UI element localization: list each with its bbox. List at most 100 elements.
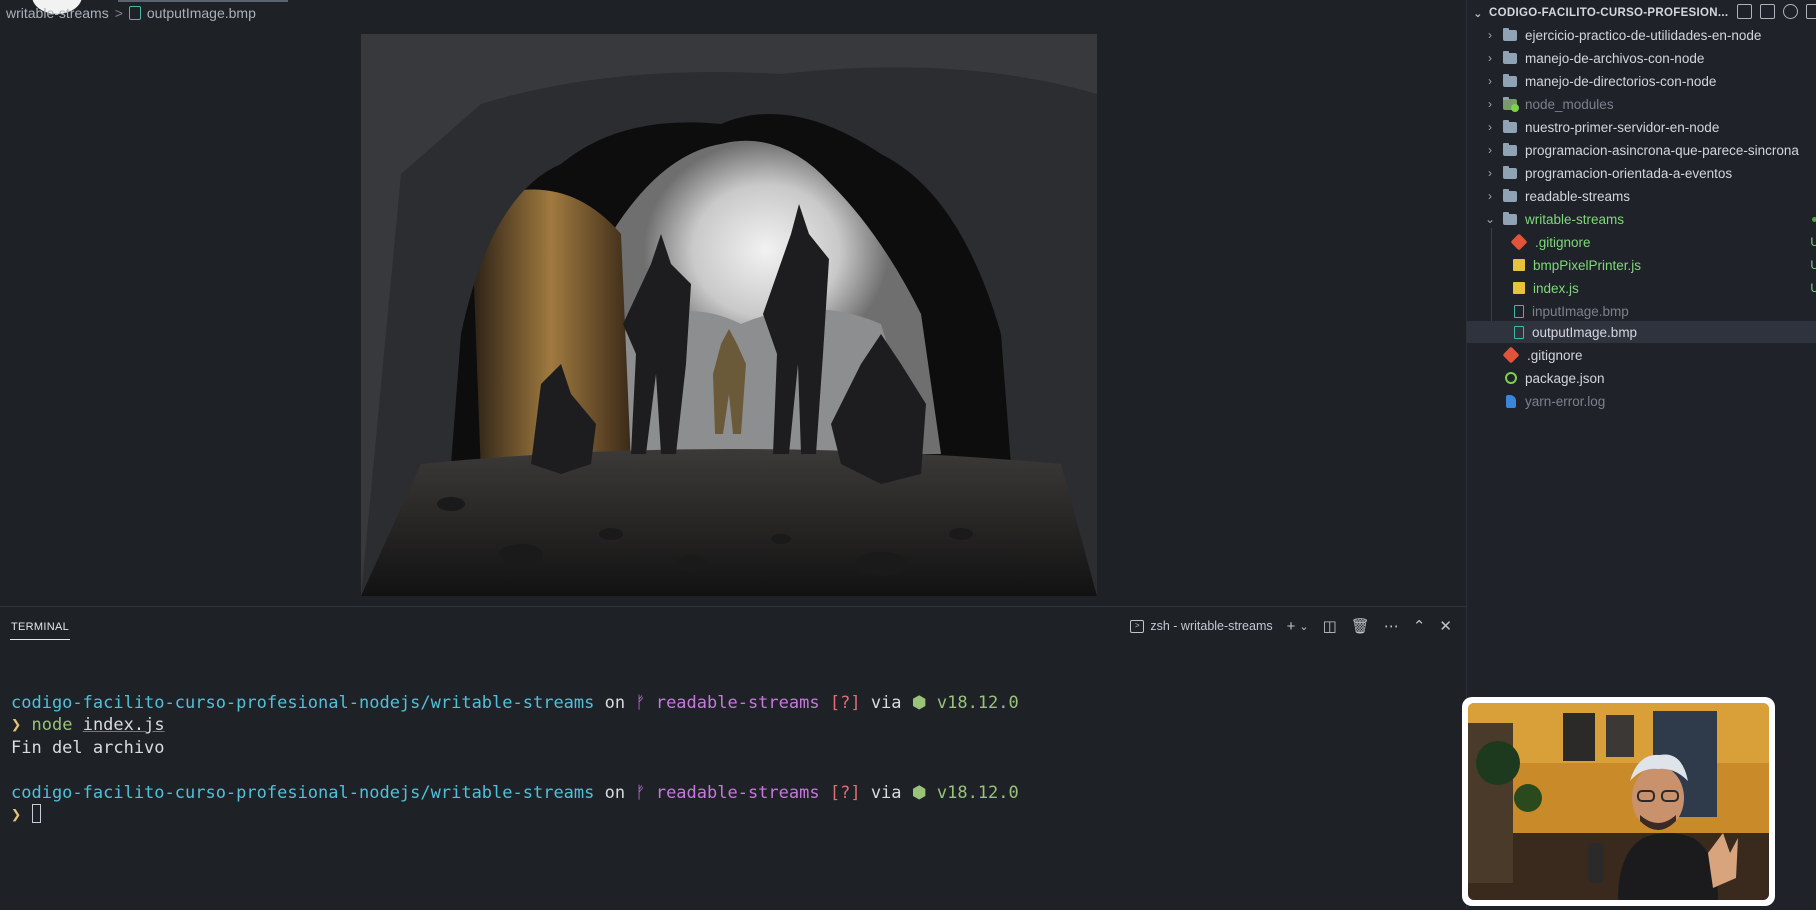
prompt-icon: ❯ bbox=[11, 715, 22, 735]
chevron-right-icon: › bbox=[1488, 166, 1492, 180]
refresh-icon[interactable] bbox=[1783, 4, 1798, 19]
git-branch-icon: ᚠ bbox=[635, 692, 646, 713]
terminal-selector[interactable]: > zsh - writable-streams bbox=[1130, 618, 1273, 634]
tree-item-file[interactable]: .gitignore U bbox=[1467, 231, 1816, 253]
terminal-git-status: [?] bbox=[829, 692, 861, 713]
bmp-file-icon bbox=[1514, 325, 1524, 339]
chevron-right-icon: › bbox=[1488, 143, 1492, 157]
trash-icon[interactable]: 🗑 bbox=[1351, 617, 1370, 635]
terminal-command-line: ❯ node index.js bbox=[11, 714, 1019, 737]
chevron-right-icon: › bbox=[1488, 97, 1492, 111]
tree-item-file[interactable]: package.json bbox=[1467, 367, 1816, 389]
terminal-output[interactable]: codigo-facilito-curso-profesional-nodejs… bbox=[11, 669, 1019, 827]
close-icon[interactable]: ✕ bbox=[1439, 617, 1452, 635]
tree-item-label: .gitignore bbox=[1535, 234, 1591, 250]
git-untracked-badge: U bbox=[1810, 281, 1816, 295]
new-file-icon[interactable] bbox=[1737, 4, 1752, 19]
split-icon[interactable]: ◫ bbox=[1323, 617, 1337, 635]
tree-item-folder[interactable]: › ejercicio-practico-de-utilidades-en-no… bbox=[1467, 24, 1816, 46]
explorer-actions bbox=[1737, 4, 1816, 19]
collapse-icon[interactable] bbox=[1806, 4, 1816, 19]
tree-item-label: ejercicio-practico-de-utilidades-en-node bbox=[1525, 27, 1762, 43]
bmp-file-icon bbox=[1514, 304, 1524, 318]
git-untracked-badge: U bbox=[1810, 235, 1816, 249]
terminal-on: on bbox=[604, 782, 626, 803]
tree-item-folder[interactable]: › programacion-orientada-a-eventos bbox=[1467, 162, 1816, 184]
new-folder-icon[interactable] bbox=[1760, 4, 1775, 19]
tree-item-file[interactable]: .gitignore bbox=[1467, 344, 1816, 366]
chevron-down-icon[interactable]: ⌄ bbox=[1299, 620, 1308, 633]
chevron-right-icon: › bbox=[1488, 74, 1492, 88]
js-file-icon bbox=[1513, 259, 1525, 271]
tree-item-folder[interactable]: › programacion-asincrona-que-parece-sinc… bbox=[1467, 139, 1816, 161]
chevron-right-icon: › bbox=[1488, 189, 1492, 203]
panel-toolbar: > zsh - writable-streams + ⌄ ◫ 🗑 ⋯ ⌃ ✕ bbox=[1130, 617, 1452, 635]
tree-item-folder[interactable]: › readable-streams bbox=[1467, 185, 1816, 207]
breadcrumb-separator: > bbox=[114, 5, 123, 21]
terminal-via: via bbox=[870, 782, 902, 803]
tree-item-label: manejo-de-directorios-con-node bbox=[1525, 73, 1717, 89]
breadcrumb-folder[interactable]: writable-streams bbox=[6, 5, 109, 21]
prompt-icon: ❯ bbox=[11, 805, 22, 825]
terminal-prompt-line: codigo-facilito-curso-profesional-nodejs… bbox=[11, 782, 1019, 805]
terminal-name: zsh - writable-streams bbox=[1150, 618, 1273, 633]
tree-item-label: index.js bbox=[1533, 280, 1579, 296]
tree-item-file[interactable]: index.js U bbox=[1467, 277, 1816, 299]
breadcrumb: writable-streams > outputImage.bmp bbox=[6, 3, 256, 23]
editor-area: writable-streams > outputImage.bmp bbox=[0, 0, 1466, 606]
git-file-icon bbox=[1510, 233, 1528, 251]
folder-icon bbox=[1503, 50, 1517, 64]
terminal-command: node bbox=[31, 715, 73, 735]
terminal-node-version: v18.12.0 bbox=[936, 692, 1019, 713]
tree-item-folder[interactable]: › node_modules bbox=[1467, 93, 1816, 115]
terminal-path: codigo-facilito-curso-profesional-nodejs… bbox=[11, 782, 595, 803]
tree-item-file[interactable]: bmpPixelPrinter.js U bbox=[1467, 254, 1816, 276]
tree-item-label: .gitignore bbox=[1527, 347, 1583, 363]
breadcrumb-file[interactable]: outputImage.bmp bbox=[147, 5, 256, 21]
explorer-root-label: CODIGO-FACILITO-CURSO-PROFESION... bbox=[1489, 7, 1729, 19]
terminal-branch: readable-streams bbox=[655, 692, 820, 713]
open-folder-icon bbox=[1503, 211, 1517, 225]
tree-item-folder[interactable]: › manejo-de-directorios-con-node bbox=[1467, 70, 1816, 92]
folder-icon bbox=[1503, 188, 1517, 202]
terminal-git-status: [?] bbox=[829, 782, 861, 803]
terminal-cursor bbox=[31, 804, 41, 823]
node-icon: ⬢ bbox=[911, 692, 927, 713]
chevron-right-icon: › bbox=[1488, 51, 1492, 65]
tree-item-label: inputImage.bmp bbox=[1532, 303, 1629, 319]
plus-icon[interactable]: + bbox=[1287, 618, 1296, 635]
terminal-on: on bbox=[604, 692, 626, 713]
webcam-overlay bbox=[1462, 697, 1775, 906]
tree-item-label: node_modules bbox=[1525, 96, 1614, 112]
tree-item-label: readable-streams bbox=[1525, 188, 1631, 204]
tree-item-file[interactable]: inputImage.bmp bbox=[1467, 300, 1816, 322]
folder-icon bbox=[1503, 142, 1517, 156]
terminal-output-line: Fin del archivo bbox=[11, 737, 165, 758]
folder-icon bbox=[1503, 165, 1517, 179]
tree-item-file-selected[interactable]: outputImage.bmp bbox=[1467, 321, 1816, 343]
maximize-icon[interactable]: ⌃ bbox=[1413, 617, 1426, 635]
terminal-input-line[interactable]: ❯ bbox=[11, 804, 1019, 827]
bmp-file-icon bbox=[128, 6, 141, 20]
tree-item-label: writable-streams bbox=[1525, 211, 1625, 227]
tree-item-folder[interactable]: › nuestro-primer-servidor-en-node bbox=[1467, 116, 1816, 138]
tree-item-folder[interactable]: › manejo-de-archivos-con-node bbox=[1467, 47, 1816, 69]
terminal-path: codigo-facilito-curso-profesional-nodejs… bbox=[11, 692, 595, 713]
image-preview bbox=[361, 34, 1097, 596]
git-branch-icon: ᚠ bbox=[635, 782, 646, 803]
chevron-down-icon: ⌄ bbox=[1484, 212, 1496, 226]
tree-item-label: nuestro-primer-servidor-en-node bbox=[1525, 119, 1720, 135]
webcam-feed bbox=[1468, 703, 1769, 900]
tab-active-indicator bbox=[10, 639, 70, 640]
chevron-right-icon: › bbox=[1488, 120, 1492, 134]
tab-terminal[interactable]: TERMINAL bbox=[11, 621, 69, 633]
tree-item-folder-open[interactable]: ⌄ writable-streams bbox=[1467, 208, 1816, 230]
tree-item-file[interactable]: yarn-error.log bbox=[1467, 390, 1816, 412]
more-icon[interactable]: ⋯ bbox=[1384, 617, 1399, 635]
js-file-icon bbox=[1513, 282, 1525, 294]
terminal-icon: > bbox=[1130, 620, 1145, 634]
cave-image bbox=[361, 34, 1097, 596]
terminal-node-version: v18.12.0 bbox=[936, 782, 1019, 803]
